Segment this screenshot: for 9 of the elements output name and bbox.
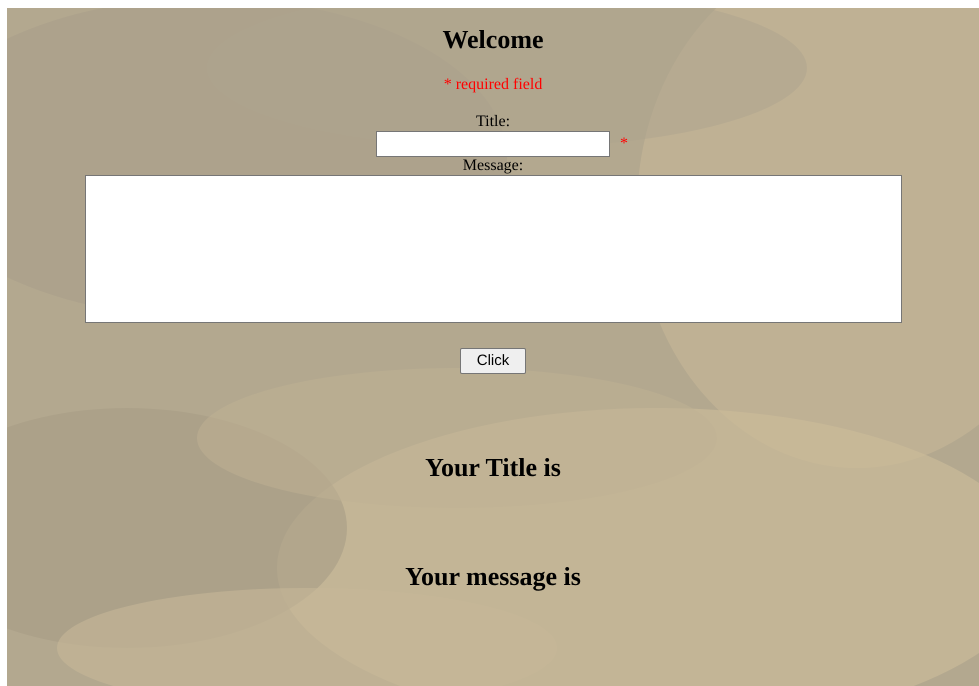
click-button[interactable]: Click [460, 348, 526, 374]
welcome-heading: Welcome [442, 24, 544, 56]
required-field-note: * required field [444, 75, 542, 95]
title-input[interactable] [376, 131, 610, 157]
result-heading: Your message is [405, 561, 581, 593]
required-mark: * [620, 134, 629, 154]
result-heading: Your Title is [425, 452, 561, 484]
message-label: Message: [462, 157, 524, 175]
title-label: Title: [476, 113, 510, 131]
